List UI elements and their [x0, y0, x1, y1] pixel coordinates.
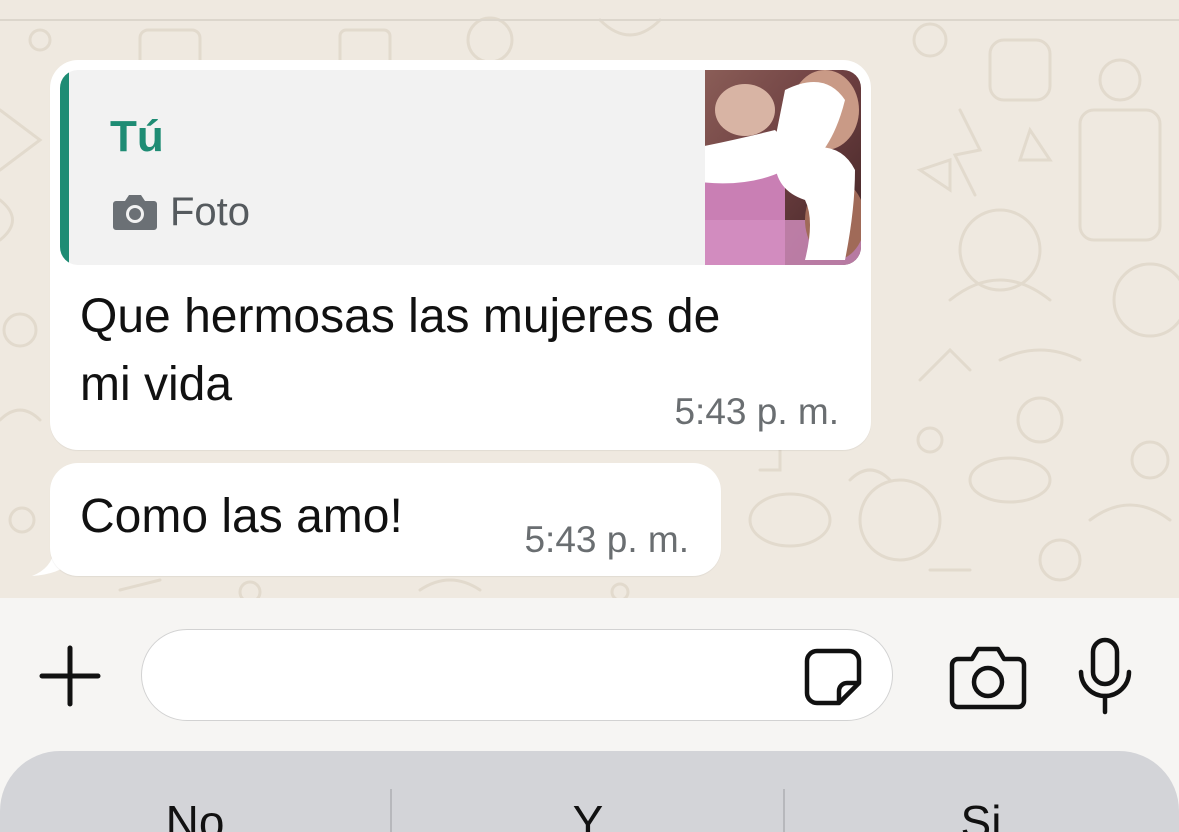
quoted-photo-thumbnail [705, 70, 861, 265]
chat-message-list[interactable]: Tú Foto Que hermosas las mujeres de mi v… [0, 0, 1179, 598]
suggestion-divider [390, 789, 392, 832]
message-text-input[interactable] [141, 629, 893, 721]
header-divider [0, 19, 1179, 21]
message-text: Como las amo! [80, 490, 403, 543]
keyboard-suggestion-bar: No Y Si [0, 751, 1179, 832]
message-timestamp: 5:43 p. m. [674, 391, 839, 432]
chat-screen: Tú Foto Que hermosas las mujeres de mi v… [0, 0, 1179, 832]
attach-plus-icon[interactable] [30, 636, 110, 716]
suggestion-no[interactable]: No [0, 795, 390, 832]
quote-accent-bar [60, 70, 69, 265]
message-timestamp: 5:43 p. m. [524, 519, 689, 560]
camera-icon[interactable] [948, 643, 1028, 713]
quote-author: Tú [110, 112, 164, 161]
suggestion-divider [783, 789, 785, 832]
quote-media-type: Foto [112, 187, 250, 237]
suggestion-y[interactable]: Y [393, 795, 783, 832]
suggestion-si[interactable]: Si [786, 795, 1176, 832]
keyboard: No Y Si [0, 748, 1179, 832]
sticker-icon[interactable] [801, 645, 865, 709]
microphone-icon[interactable] [1072, 636, 1138, 716]
message-input-bar [0, 598, 1179, 748]
camera-icon [113, 195, 157, 230]
quote-type-label: Foto [170, 189, 251, 234]
quoted-message[interactable]: Tú Foto [60, 70, 861, 265]
message-bubble-incoming[interactable]: Tú Foto Que hermosas las mujeres de mi v… [50, 60, 871, 450]
message-bubble-incoming[interactable]: Como las amo! 5:43 p. m. [50, 463, 721, 576]
